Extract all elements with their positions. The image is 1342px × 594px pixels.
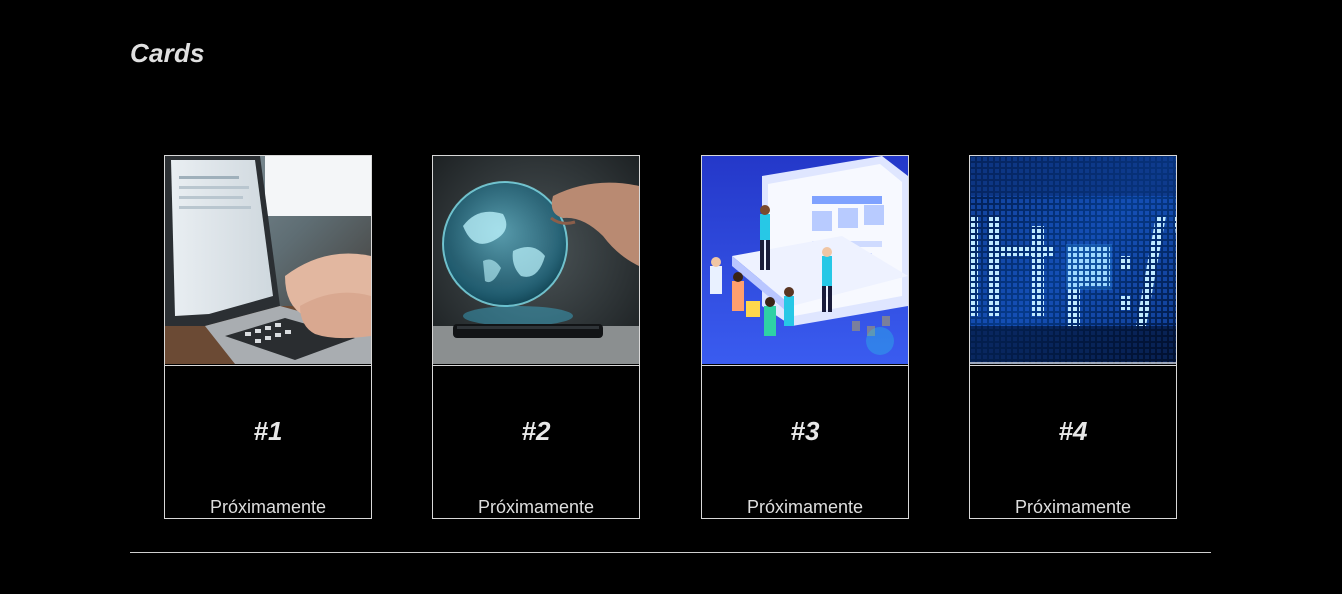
card-3[interactable]: #3 Próximamente [701,155,909,519]
card-divider [433,365,639,366]
card-2[interactable]: #2 Próximamente [432,155,640,519]
card-1[interactable]: #1 Próximamente [164,155,372,519]
card-status: Próximamente [477,497,595,517]
card-status: Próximamente [1014,497,1132,517]
card-4[interactable]: #4 Próximamente [969,155,1177,519]
card-status: Próximamente [209,497,327,517]
hologram-globe-image [433,156,639,364]
card-number: #2 [521,416,551,446]
page-title: Cards [130,38,205,68]
card-status: Próximamente [746,497,864,517]
card-number: #4 [1058,416,1088,446]
card-divider [970,365,1176,366]
card-divider [165,365,371,366]
card-divider [702,365,908,366]
card-grid: #1 Próximamente #2 Próximamente #3 Próxi… [164,155,1177,519]
footer-divider [130,552,1211,553]
laptop-typing-image [165,156,371,364]
card-number: #3 [790,416,820,446]
http-led-screen-image [970,156,1176,364]
card-number: #1 [253,416,283,446]
web-team-illustration-image [702,156,908,364]
